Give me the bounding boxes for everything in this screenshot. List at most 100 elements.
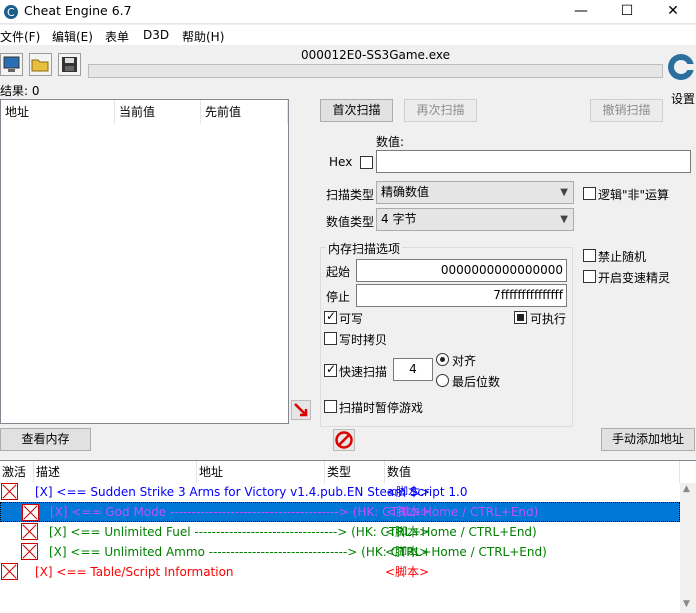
row-description: [X] <== Unlimited Fuel -----------------… [49, 525, 537, 539]
speedhack-checkbox[interactable] [583, 270, 596, 283]
window-title: Cheat Engine 6.7 [24, 3, 132, 18]
pause-game-label: 扫描时暂停游戏 [339, 401, 424, 415]
table-row[interactable]: [X] <== God Mode -----------------------… [0, 502, 680, 522]
chevron-down-icon: ▼ [560, 187, 568, 198]
cheat-engine-logo-icon: C [4, 5, 18, 19]
add-to-list-button[interactable] [291, 400, 311, 420]
first-scan-button[interactable]: 首次扫描 [320, 99, 393, 122]
stop-icon [335, 431, 353, 449]
stop-label: 停止 [326, 290, 351, 304]
executable-checkbox[interactable] [514, 311, 527, 324]
last-digit-radio[interactable] [436, 374, 449, 387]
row-description: [X] <== God Mode -----------------------… [50, 505, 539, 519]
menu-bar: 文件(F) 编辑(E) 表单 D3D 帮助(H) [0, 25, 696, 45]
results-list[interactable]: 地址 当前值 先前值 [0, 99, 289, 424]
scan-type-label: 扫描类型 [326, 188, 375, 202]
executable-label: 可执行 [530, 312, 567, 326]
stop-address-input[interactable]: 7fffffffffffffff [356, 284, 567, 307]
save-button[interactable] [58, 53, 81, 76]
start-address-input[interactable]: 0000000000000000 [356, 259, 567, 282]
value-input[interactable] [376, 150, 691, 173]
align-radio[interactable] [436, 353, 449, 366]
value-type-label: 数值类型 [326, 215, 375, 229]
no-random-checkbox[interactable] [583, 249, 596, 262]
scan-type-select[interactable]: 精确数值 ▼ [376, 181, 574, 204]
memory-options-label: 内存扫描选项 [326, 240, 403, 257]
row-value: <脚本> [385, 565, 430, 579]
row-value: <脚本> [386, 505, 431, 519]
copy-on-write-label: 写时拷贝 [339, 333, 388, 347]
title-bar: C Cheat Engine 6.7 — ☐ ✕ [0, 0, 696, 24]
pause-game-checkbox[interactable] [324, 400, 337, 413]
maximize-button[interactable]: ☐ [604, 0, 650, 24]
copy-on-write-checkbox[interactable] [324, 332, 337, 345]
computer-icon [3, 56, 20, 72]
menu-edit[interactable]: 编辑(E) [52, 28, 93, 45]
speedhack-label: 开启变速精灵 [598, 271, 671, 285]
stop-button[interactable] [333, 429, 355, 451]
active-checkbox[interactable] [21, 523, 38, 540]
scroll-up-icon[interactable]: ▲ [683, 484, 690, 494]
scan-type-value: 精确数值 [381, 185, 430, 199]
fast-scan-alignment-input[interactable]: 4 [393, 358, 433, 381]
process-name: 000012E0-SS3Game.exe [300, 48, 451, 62]
start-label: 起始 [326, 265, 351, 279]
next-scan-button[interactable]: 再次扫描 [404, 99, 477, 122]
scroll-down-icon[interactable]: ▼ [683, 599, 690, 609]
column-value[interactable]: 当前值 [115, 100, 201, 124]
table-row[interactable]: [X] <== Unlimited Fuel -----------------… [0, 522, 680, 542]
fast-scan-label: 快速扫描 [339, 365, 388, 379]
column-previous[interactable]: 先前值 [201, 100, 288, 124]
table-row[interactable]: [X] <== Unlimited Ammo -----------------… [0, 542, 680, 562]
column-description[interactable]: 描述 [34, 461, 197, 483]
save-icon [62, 57, 77, 72]
hex-label: Hex [329, 155, 353, 169]
last-digit-label: 最后位数 [452, 375, 501, 389]
minimize-button[interactable]: — [558, 0, 604, 24]
scan-progress-bar [88, 64, 663, 78]
column-address[interactable]: 地址 [1, 100, 115, 124]
menu-file[interactable]: 文件(F) [0, 28, 40, 45]
column-active[interactable]: 激活 [0, 461, 34, 483]
column-value[interactable]: 数值 [385, 461, 680, 483]
table-row[interactable]: [X] <== Sudden Strike 3 Arms for Victory… [0, 482, 680, 502]
view-memory-button[interactable]: 查看内存 [0, 428, 91, 451]
settings-label[interactable]: 设置 [671, 90, 695, 107]
undo-scan-button[interactable]: 撤销扫描 [590, 99, 663, 122]
svg-text:C: C [7, 6, 15, 19]
logic-not-label: 逻辑"非"运算 [598, 188, 670, 202]
row-value: <脚本> [385, 525, 430, 539]
hex-checkbox[interactable] [360, 156, 373, 169]
active-checkbox[interactable] [21, 543, 38, 560]
menu-d3d[interactable]: D3D [143, 28, 169, 42]
row-value: <脚本> [385, 545, 430, 559]
chevron-down-icon: ▼ [560, 214, 568, 225]
value-label: 数值: [376, 135, 405, 149]
active-checkbox[interactable] [1, 483, 18, 500]
writable-label: 可写 [339, 312, 364, 326]
value-type-value: 4 字节 [381, 212, 417, 226]
table-scrollbar[interactable]: ▲ ▼ [680, 483, 696, 613]
align-label: 对齐 [452, 354, 477, 368]
column-address[interactable]: 地址 [197, 461, 325, 483]
writable-checkbox[interactable] [324, 309, 337, 324]
close-button[interactable]: ✕ [650, 0, 696, 24]
no-random-label: 禁止随机 [598, 250, 647, 264]
folder-open-icon [31, 59, 49, 72]
add-address-button[interactable]: 手动添加地址 [601, 428, 695, 451]
cheat-engine-settings-icon[interactable] [666, 50, 696, 88]
menu-table[interactable]: 表单 [105, 28, 129, 45]
active-checkbox[interactable] [1, 563, 18, 580]
red-arrow-icon [294, 403, 308, 417]
active-checkbox[interactable] [22, 504, 39, 521]
table-row[interactable]: [X] <== Table/Script Information <脚本> [0, 562, 680, 582]
menu-help[interactable]: 帮助(H) [182, 28, 224, 45]
found-count: 结果: 0 [0, 84, 40, 98]
open-button[interactable] [29, 53, 52, 76]
row-value: <脚本> [386, 485, 431, 499]
logic-not-checkbox[interactable] [583, 187, 596, 200]
fast-scan-checkbox[interactable] [324, 362, 337, 377]
value-type-select[interactable]: 4 字节 ▼ [376, 208, 574, 231]
column-type[interactable]: 类型 [325, 461, 385, 483]
select-process-button[interactable] [0, 53, 23, 76]
